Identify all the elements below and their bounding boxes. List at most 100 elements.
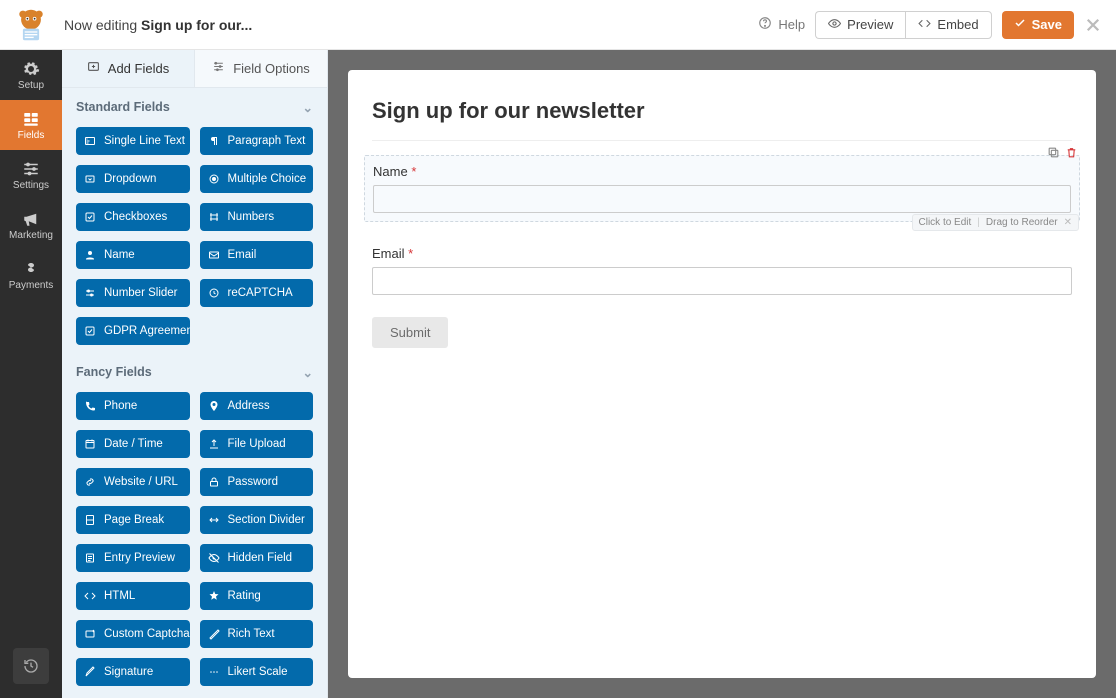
rating-icon bbox=[208, 590, 220, 602]
field-type-label: Address bbox=[228, 400, 270, 412]
form-title[interactable]: Sign up for our newsletter bbox=[372, 98, 1072, 124]
editing-label: Now editing Sign up for our... bbox=[64, 17, 252, 33]
app-logo bbox=[12, 6, 50, 44]
field-type-address[interactable]: Address bbox=[200, 392, 314, 420]
field-type-hidden-field[interactable]: Hidden Field bbox=[200, 544, 314, 572]
form-field-name[interactable]: Name * Click to Edit | Drag to Reorder ✕ bbox=[364, 155, 1080, 222]
field-type-label: Section Divider bbox=[228, 514, 305, 526]
field-type-custom-captcha[interactable]: Custom Captcha bbox=[76, 620, 190, 648]
field-type-checkboxes[interactable]: Checkboxes bbox=[76, 203, 190, 231]
field-type-label: Entry Preview bbox=[104, 552, 175, 564]
field-type-rating[interactable]: Rating bbox=[200, 582, 314, 610]
custom-captcha-icon bbox=[84, 628, 96, 640]
editing-prefix: Now editing bbox=[64, 17, 137, 33]
field-type-recaptcha[interactable]: reCAPTCHA bbox=[200, 279, 314, 307]
signature-icon bbox=[84, 666, 96, 678]
field-type-paragraph-text[interactable]: Paragraph Text bbox=[200, 127, 314, 155]
nav-setup[interactable]: Setup bbox=[0, 50, 62, 100]
embed-button[interactable]: Embed bbox=[905, 11, 991, 39]
email-icon bbox=[208, 249, 220, 261]
field-type-name[interactable]: Name bbox=[76, 241, 190, 269]
field-type-label: Single Line Text bbox=[104, 135, 185, 147]
paragraph-text-icon bbox=[208, 135, 220, 147]
field-type-label: HTML bbox=[104, 590, 135, 602]
field-type-gdpr-agreement[interactable]: GDPR Agreement bbox=[76, 317, 190, 345]
field-type-label: Paragraph Text bbox=[228, 135, 306, 147]
field-type-numbers[interactable]: Numbers bbox=[200, 203, 314, 231]
form-field-email[interactable]: Email * bbox=[372, 244, 1072, 295]
panel-tabs: Add Fields Field Options bbox=[62, 50, 327, 88]
field-type-label: Likert Scale bbox=[228, 666, 288, 678]
field-type-html[interactable]: HTML bbox=[76, 582, 190, 610]
field-type-file-upload[interactable]: File Upload bbox=[200, 430, 314, 458]
close-icon[interactable] bbox=[1084, 16, 1102, 34]
name-input[interactable] bbox=[373, 185, 1071, 213]
field-type-label: Numbers bbox=[228, 211, 275, 223]
field-type-label: Checkboxes bbox=[104, 211, 167, 223]
field-type-page-break[interactable]: Page Break bbox=[76, 506, 190, 534]
field-type-rich-text[interactable]: Rich Text bbox=[200, 620, 314, 648]
email-input[interactable] bbox=[372, 267, 1072, 295]
field-type-label: Rating bbox=[228, 590, 261, 602]
nav-fields[interactable]: Fields bbox=[0, 100, 62, 150]
title-divider bbox=[372, 140, 1072, 141]
field-type-phone[interactable]: Phone bbox=[76, 392, 190, 420]
field-type-section-divider[interactable]: Section Divider bbox=[200, 506, 314, 534]
field-type-password[interactable]: Password bbox=[200, 468, 314, 496]
field-type-single-line-text[interactable]: Single Line Text bbox=[76, 127, 190, 155]
field-type-label: Phone bbox=[104, 400, 137, 412]
top-actions: Help Preview Embed Save bbox=[758, 11, 1102, 39]
code-icon bbox=[918, 17, 931, 33]
save-button[interactable]: Save bbox=[1002, 11, 1074, 39]
required-asterisk: * bbox=[411, 164, 416, 179]
address-icon bbox=[208, 400, 220, 412]
submit-button[interactable]: Submit bbox=[372, 317, 448, 348]
delete-field-button[interactable] bbox=[1063, 144, 1079, 160]
help-icon bbox=[758, 16, 772, 33]
field-label: Name * bbox=[373, 164, 1071, 179]
form-canvas[interactable]: Sign up for our newsletter Name * Click … bbox=[348, 70, 1096, 678]
name-icon bbox=[84, 249, 96, 261]
chevron-down-icon: ⌄ bbox=[303, 100, 313, 115]
number-slider-icon bbox=[84, 287, 96, 299]
field-type-label: Date / Time bbox=[104, 438, 163, 450]
nav-payments[interactable]: Payments bbox=[0, 250, 62, 300]
standard-fields-header[interactable]: Standard Fields ⌄ bbox=[62, 88, 327, 123]
field-type-signature[interactable]: Signature bbox=[76, 658, 190, 686]
preview-button[interactable]: Preview bbox=[815, 11, 905, 39]
section-divider-icon bbox=[208, 514, 220, 526]
nav-marketing[interactable]: Marketing bbox=[0, 200, 62, 250]
field-type-dropdown[interactable]: Dropdown bbox=[76, 165, 190, 193]
duplicate-field-button[interactable] bbox=[1045, 144, 1061, 160]
hint-close-icon[interactable]: ✕ bbox=[1064, 217, 1072, 228]
gdpr-agreement-icon bbox=[84, 325, 96, 337]
tab-field-options[interactable]: Field Options bbox=[195, 50, 327, 87]
field-type-email[interactable]: Email bbox=[200, 241, 314, 269]
preview-embed-group: Preview Embed bbox=[815, 11, 991, 39]
fancy-fields-header[interactable]: Fancy Fields ⌄ bbox=[62, 353, 327, 388]
field-type-likert-scale[interactable]: Likert Scale bbox=[200, 658, 314, 686]
field-type-date-time[interactable]: Date / Time bbox=[76, 430, 190, 458]
history-icon bbox=[23, 658, 39, 674]
field-type-number-slider[interactable]: Number Slider bbox=[76, 279, 190, 307]
fields-panel: Add Fields Field Options Standard Fields… bbox=[62, 50, 328, 698]
recaptcha-icon bbox=[208, 287, 220, 299]
field-type-multiple-choice[interactable]: Multiple Choice bbox=[200, 165, 314, 193]
history-button[interactable] bbox=[13, 648, 49, 684]
field-type-label: Multiple Choice bbox=[228, 173, 307, 185]
checkboxes-icon bbox=[84, 211, 96, 223]
multiple-choice-icon bbox=[208, 173, 220, 185]
standard-fields-grid: Single Line Text Paragraph Text Dropdown Mu… bbox=[62, 123, 327, 353]
tab-add-fields[interactable]: Add Fields bbox=[62, 50, 195, 87]
help-link[interactable]: Help bbox=[758, 16, 805, 33]
field-type-label: Dropdown bbox=[104, 173, 156, 185]
nav-settings[interactable]: Settings bbox=[0, 150, 62, 200]
dollar-icon bbox=[22, 260, 40, 278]
field-type-label: Hidden Field bbox=[228, 552, 293, 564]
field-type-label: GDPR Agreement bbox=[104, 325, 190, 337]
required-asterisk: * bbox=[408, 246, 413, 261]
field-hint: Click to Edit | Drag to Reorder ✕ bbox=[912, 214, 1080, 231]
help-label: Help bbox=[778, 17, 805, 32]
field-type-website-url[interactable]: Website / URL bbox=[76, 468, 190, 496]
field-type-entry-preview[interactable]: Entry Preview bbox=[76, 544, 190, 572]
